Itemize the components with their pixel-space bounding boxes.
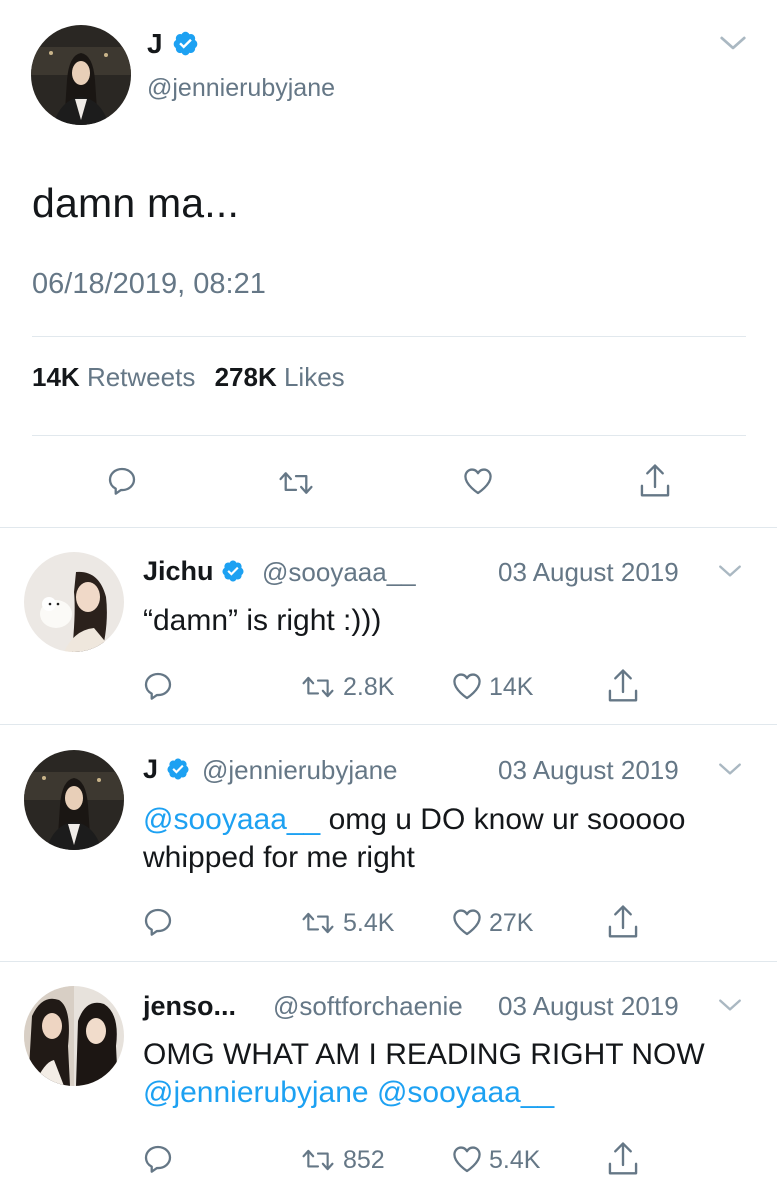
retweet-count: 2.8K — [343, 673, 395, 701]
retweet-count: 5.4K — [343, 909, 395, 937]
reply-text: “damn” is right :))) — [143, 604, 382, 637]
reply-text-body: OMG WHAT AM I READING RIGHT NOW — [143, 1038, 705, 1071]
reply-text: OMG WHAT AM I READING RIGHT NOW @jennier… — [143, 1036, 773, 1112]
reply-icon[interactable] — [106, 465, 138, 497]
share-icon[interactable] — [606, 667, 640, 705]
reply-avatar[interactable] — [24, 750, 124, 850]
chevron-down-icon[interactable] — [716, 28, 750, 58]
engagement-stats: 14K Retweets 278K Likes — [32, 362, 345, 393]
retweet-icon[interactable] — [276, 467, 316, 499]
reply-author-name-text: Jichu — [143, 556, 214, 586]
retweet-icon[interactable] — [299, 672, 337, 702]
like-icon[interactable] — [450, 1143, 484, 1175]
retweet-icon[interactable] — [299, 908, 337, 938]
reply-author-name-text: J — [143, 754, 159, 784]
reply-avatar[interactable] — [24, 986, 124, 1086]
share-icon[interactable] — [638, 462, 672, 500]
chevron-down-icon[interactable] — [716, 558, 744, 584]
like-count: 14K — [489, 673, 534, 701]
like-icon[interactable] — [461, 465, 495, 497]
verified-badge-icon — [221, 559, 245, 583]
reply-author-handle[interactable]: @sooyaaa__ — [262, 557, 416, 588]
main-author-name[interactable]: J — [147, 28, 199, 60]
likes-stat[interactable]: 278K Likes — [215, 362, 345, 392]
chevron-down-icon[interactable] — [716, 756, 744, 782]
mention-link[interactable]: @sooyaaa__ — [143, 803, 320, 836]
reply-icon[interactable] — [142, 1143, 174, 1175]
retweet-icon[interactable] — [299, 1145, 337, 1175]
chevron-down-icon[interactable] — [716, 992, 744, 1018]
retweet-count: 852 — [343, 1146, 385, 1174]
reply-date: 03 August 2019 — [498, 991, 679, 1021]
divider — [0, 527, 777, 528]
main-tweet-timestamp: 06/18/2019, 08:21 — [32, 268, 266, 300]
divider — [32, 336, 746, 337]
divider — [0, 724, 777, 725]
reply-author-name[interactable]: J — [143, 754, 190, 785]
main-author-handle[interactable]: @jennierubyjane — [147, 74, 335, 103]
main-tweet-text: damn ma... — [32, 180, 240, 226]
likes-count: 278K — [214, 362, 277, 392]
reply-date: 03 August 2019 — [498, 557, 679, 587]
like-count: 27K — [489, 909, 534, 937]
like-count: 5.4K — [489, 1146, 541, 1174]
reply-author-handle[interactable]: @softforchaenie — [273, 991, 463, 1022]
reply-author-name[interactable]: jenso... — [143, 991, 236, 1022]
reply-author-handle[interactable]: @jennierubyjane — [202, 755, 398, 786]
reply-avatar[interactable] — [24, 552, 124, 652]
likes-label: Likes — [283, 362, 345, 392]
like-icon[interactable] — [450, 670, 484, 702]
retweets-label: Retweets — [86, 362, 196, 392]
divider — [0, 961, 777, 962]
reply-icon[interactable] — [142, 906, 174, 938]
reply-author-name[interactable]: Jichu — [143, 556, 245, 587]
share-icon[interactable] — [606, 903, 640, 941]
main-avatar[interactable] — [31, 25, 131, 125]
main-author-name-text: J — [147, 28, 163, 59]
reply-date: 03 August 2019 — [498, 755, 679, 785]
reply-icon[interactable] — [142, 670, 174, 702]
mention-link[interactable]: @sooyaaa__ — [377, 1076, 554, 1109]
retweets-count: 14K — [32, 362, 80, 392]
reply-text: @sooyaaa__ omg u DO know ur sooooo whipp… — [143, 801, 763, 877]
share-icon[interactable] — [606, 1140, 640, 1178]
retweets-stat[interactable]: 14K Retweets — [32, 362, 203, 392]
like-icon[interactable] — [450, 906, 484, 938]
verified-badge-icon — [166, 757, 190, 781]
mention-link[interactable]: @jennierubyjane — [143, 1076, 369, 1109]
verified-badge-icon — [172, 30, 199, 57]
divider — [32, 435, 746, 436]
